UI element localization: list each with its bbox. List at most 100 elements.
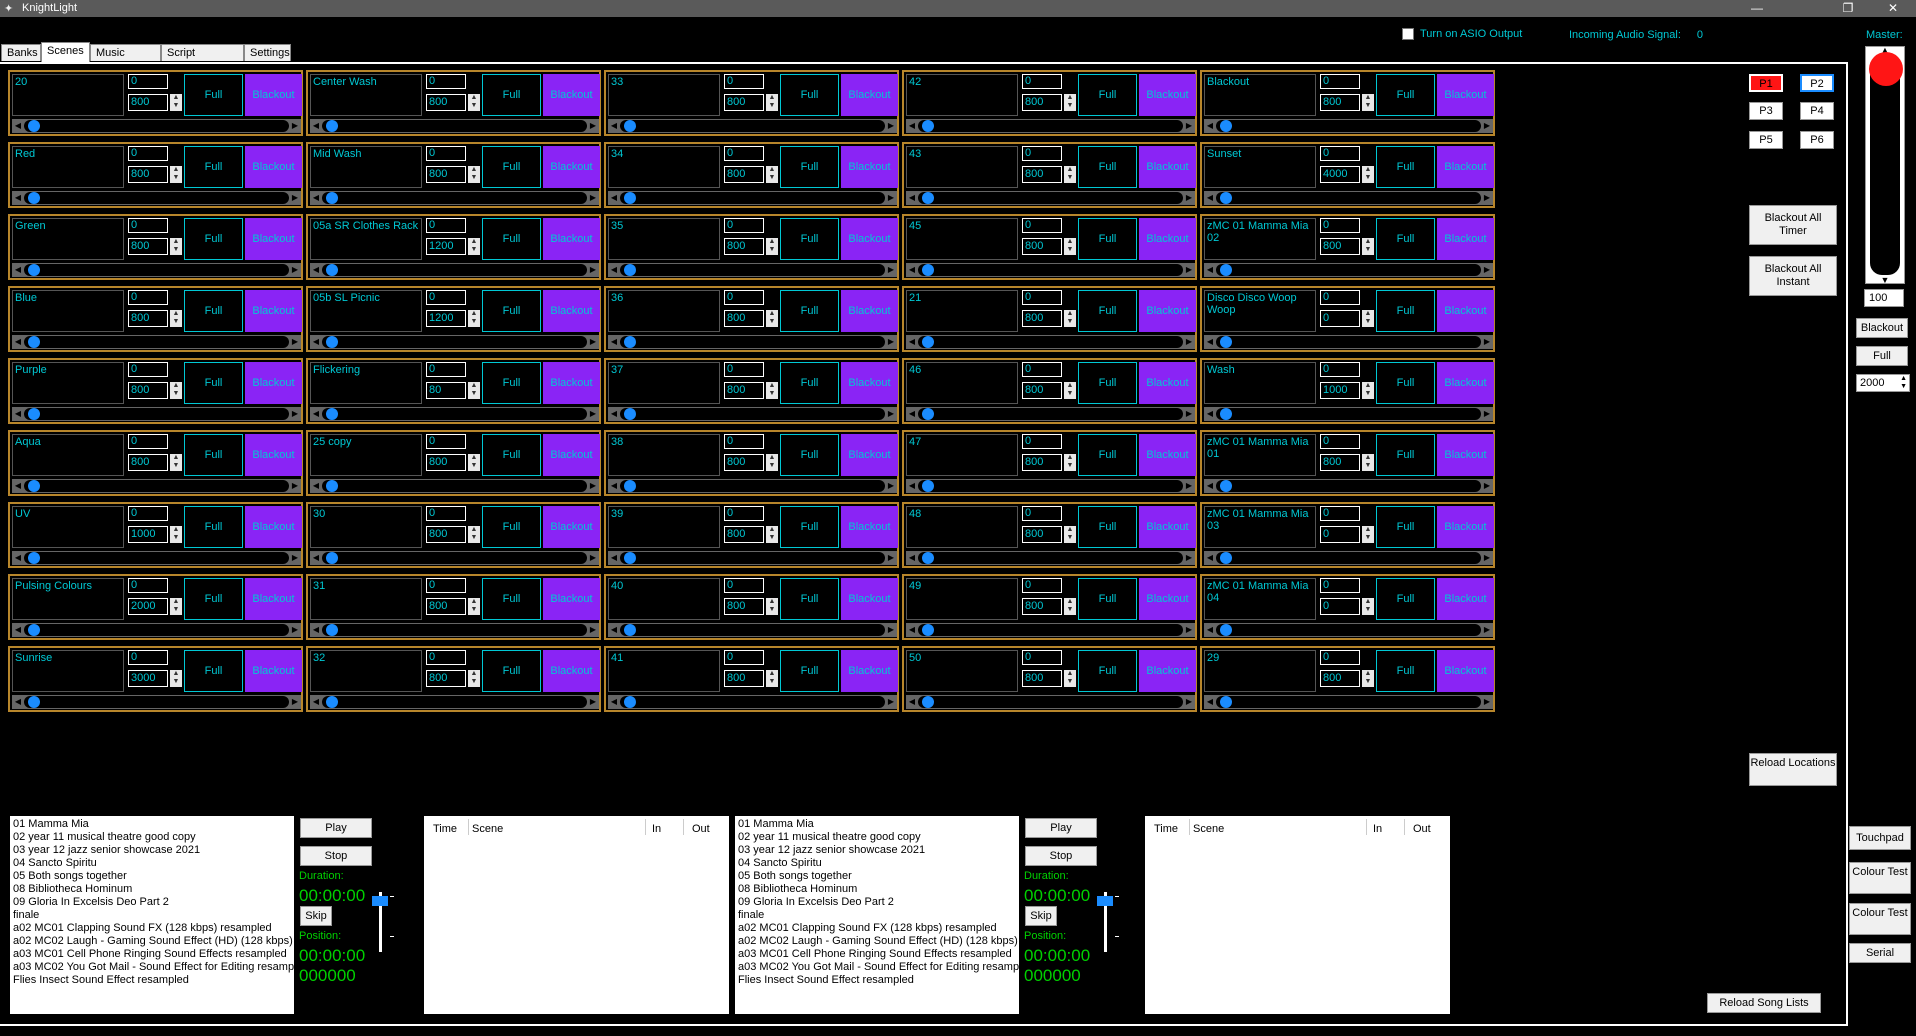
scene-level-input[interactable]: 0 (1320, 218, 1360, 233)
scene-name[interactable]: 30 (310, 506, 422, 548)
scroll-right-icon[interactable]: ▶ (290, 479, 300, 493)
song-list-item[interactable]: Flies Insect Sound Effect resampled (13, 974, 291, 987)
scene-level-input[interactable]: 0 (724, 434, 764, 449)
scroll-right-icon[interactable]: ▶ (290, 191, 300, 205)
scene-full-button[interactable]: Full (184, 290, 243, 332)
scroll-right-icon[interactable]: ▶ (588, 191, 598, 205)
scene-full-button[interactable]: Full (1078, 146, 1137, 188)
skip-button-2[interactable]: Skip (1025, 906, 1057, 926)
scene-level-input[interactable]: 0 (426, 650, 466, 665)
scene-slider-thumb[interactable] (28, 408, 40, 420)
scene-slider[interactable]: ◀ ▶ (906, 407, 1195, 421)
scene-name[interactable]: Center Wash (310, 74, 422, 116)
scene-slider-thumb[interactable] (1220, 552, 1232, 564)
scroll-left-icon[interactable]: ◀ (907, 623, 917, 637)
scene-name[interactable]: 38 (608, 434, 720, 476)
scene-blackout-button[interactable]: Blackout (245, 218, 302, 260)
scene-level-input[interactable]: 0 (128, 362, 168, 377)
scene-fade-time-input[interactable]: 1200 (426, 310, 466, 327)
scene-full-button[interactable]: Full (1376, 650, 1435, 692)
scene-blackout-button[interactable]: Blackout (543, 506, 600, 548)
master-blackout-button[interactable]: Blackout (1856, 318, 1908, 338)
scroll-left-icon[interactable]: ◀ (907, 119, 917, 133)
scene-fade-time-input[interactable]: 800 (1022, 238, 1062, 255)
scene-fade-time-input[interactable]: 0 (1320, 598, 1360, 615)
scene-slider[interactable]: ◀ ▶ (608, 263, 897, 277)
scroll-right-icon[interactable]: ▶ (886, 191, 896, 205)
scene-fade-time-input[interactable]: 800 (426, 598, 466, 615)
scene-blackout-button[interactable]: Blackout (543, 434, 600, 476)
scene-level-input[interactable]: 0 (128, 74, 168, 89)
scene-fade-time-input[interactable]: 800 (426, 670, 466, 687)
scene-fade-time-input[interactable]: 800 (128, 166, 168, 183)
scroll-right-icon[interactable]: ▶ (588, 119, 598, 133)
scene-slider-thumb[interactable] (922, 480, 934, 492)
scene-level-input[interactable]: 0 (128, 650, 168, 665)
scene-name[interactable]: 39 (608, 506, 720, 548)
scene-fade-time-input[interactable]: 0 (1320, 526, 1360, 543)
scroll-left-icon[interactable]: ◀ (311, 407, 321, 421)
scene-name[interactable]: 34 (608, 146, 720, 188)
close-icon[interactable]: ✕ (1870, 0, 1916, 17)
spin-icon[interactable]: ▲ ▼ (1362, 166, 1374, 183)
scene-slider-thumb[interactable] (922, 336, 934, 348)
spin-icon[interactable]: ▲ ▼ (468, 454, 480, 471)
volume-slider-2[interactable] (1095, 892, 1119, 952)
scene-blackout-button[interactable]: Blackout (841, 146, 898, 188)
scroll-left-icon[interactable]: ◀ (1205, 479, 1215, 493)
scene-slider-thumb[interactable] (1220, 336, 1232, 348)
spin-icon[interactable]: ▲ ▼ (170, 670, 182, 687)
scene-full-button[interactable]: Full (780, 290, 839, 332)
scene-level-input[interactable]: 0 (724, 650, 764, 665)
scene-slider-thumb[interactable] (922, 264, 934, 276)
scene-level-input[interactable]: 0 (724, 578, 764, 593)
scene-fade-time-input[interactable]: 80 (426, 382, 466, 399)
scene-name[interactable]: 32 (310, 650, 422, 692)
scene-fade-time-input[interactable]: 3000 (128, 670, 168, 687)
scene-blackout-button[interactable]: Blackout (543, 650, 600, 692)
scene-name[interactable]: UV (12, 506, 124, 548)
scene-slider[interactable]: ◀ ▶ (608, 551, 897, 565)
song-list-item[interactable]: a02 MC02 Laugh - Gaming Sound Effect (HD… (13, 935, 294, 948)
scene-name[interactable]: Disco Disco Woop Woop (1204, 290, 1316, 332)
scene-slider[interactable]: ◀ ▶ (1204, 263, 1493, 277)
song-list-item[interactable]: 01 Mamma Mia (738, 818, 1016, 831)
scene-level-input[interactable]: 0 (1320, 146, 1360, 161)
scene-slider[interactable]: ◀ ▶ (608, 407, 897, 421)
scene-name[interactable]: 41 (608, 650, 720, 692)
scene-slider[interactable]: ◀ ▶ (12, 119, 301, 133)
scene-level-input[interactable]: 0 (1320, 74, 1360, 89)
scene-slider[interactable]: ◀ ▶ (906, 695, 1195, 709)
scene-slider-thumb[interactable] (624, 696, 636, 708)
song-list-item[interactable]: 05 Both songs together (738, 870, 1016, 883)
scroll-right-icon[interactable]: ▶ (1482, 695, 1492, 709)
scene-full-button[interactable]: Full (184, 650, 243, 692)
scene-slider[interactable]: ◀ ▶ (12, 191, 301, 205)
song-list-item[interactable]: a03 MC02 You Got Mail - Sound Effect for… (13, 961, 294, 974)
scene-fade-time-input[interactable]: 800 (724, 454, 764, 471)
scene-slider-thumb[interactable] (28, 624, 40, 636)
scene-slider-thumb[interactable] (326, 408, 338, 420)
touchpad-button[interactable]: Touchpad (1849, 826, 1911, 850)
scene-level-input[interactable]: 0 (1022, 218, 1062, 233)
scroll-right-icon[interactable]: ▶ (886, 335, 896, 349)
tab-script-changes[interactable]: Script Changes (161, 44, 244, 76)
scene-full-button[interactable]: Full (184, 74, 243, 116)
scroll-left-icon[interactable]: ◀ (609, 191, 619, 205)
scene-slider[interactable]: ◀ ▶ (608, 191, 897, 205)
scroll-left-icon[interactable]: ◀ (1205, 191, 1215, 205)
scene-level-input[interactable]: 0 (426, 74, 466, 89)
scene-full-button[interactable]: Full (780, 218, 839, 260)
scene-fade-time-input[interactable]: 800 (724, 310, 764, 327)
scroll-right-icon[interactable]: ▶ (1482, 191, 1492, 205)
scene-slider-thumb[interactable] (326, 624, 338, 636)
scene-fade-time-input[interactable]: 800 (1320, 670, 1360, 687)
scene-name[interactable]: zMC 01 Mamma Mia 03 (1204, 506, 1316, 548)
scene-full-button[interactable]: Full (482, 290, 541, 332)
scroll-left-icon[interactable]: ◀ (311, 263, 321, 277)
scene-name[interactable]: 49 (906, 578, 1018, 620)
song-list-item[interactable]: a03 MC02 You Got Mail - Sound Effect for… (738, 961, 1019, 974)
scene-full-button[interactable]: Full (482, 434, 541, 476)
scroll-left-icon[interactable]: ◀ (13, 623, 23, 637)
scene-fade-time-input[interactable]: 800 (724, 670, 764, 687)
